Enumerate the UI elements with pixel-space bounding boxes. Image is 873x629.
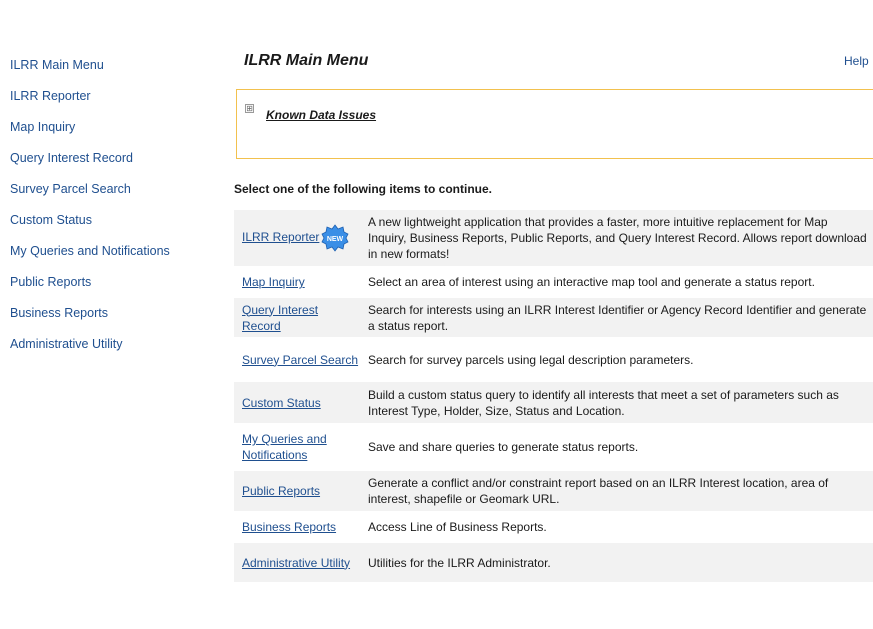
item-link-survey-parcel-search[interactable]: Survey Parcel Search (242, 353, 358, 367)
table-row: Business Reports Access Line of Business… (234, 514, 873, 543)
item-description: Access Line of Business Reports. (368, 514, 873, 543)
known-data-issues-link[interactable]: Known Data Issues (266, 108, 376, 122)
item-description: Select an area of interest using an inte… (368, 269, 873, 298)
item-link-my-queries[interactable]: My Queries and Notifications (242, 432, 327, 462)
table-row: Public Reports Generate a conflict and/o… (234, 471, 873, 514)
item-link-query-interest-record[interactable]: Query Interest Record (242, 303, 318, 333)
new-badge-icon: NEW (321, 224, 349, 252)
item-description: Utilities for the ILRR Administrator. (368, 543, 873, 585)
item-description: A new lightweight application that provi… (368, 210, 873, 269)
item-link-public-reports[interactable]: Public Reports (242, 484, 320, 498)
help-link[interactable]: Help (844, 54, 869, 68)
sidebar-item-administrative-utility[interactable]: Administrative Utility (10, 336, 210, 367)
table-row: Map Inquiry Select an area of interest u… (234, 269, 873, 298)
item-link-map-inquiry[interactable]: Map Inquiry (242, 275, 305, 289)
sidebar-item-query-interest-record[interactable]: Query Interest Record (10, 150, 210, 181)
page-title: ILRR Main Menu (244, 52, 369, 69)
menu-items-table: ILRR Reporter NEW A new lightweight appl… (234, 210, 873, 585)
sidebar-item-map-inquiry[interactable]: Map Inquiry (10, 119, 210, 150)
table-row: Survey Parcel Search Search for survey p… (234, 340, 873, 382)
sidebar-item-business-reports[interactable]: Business Reports (10, 305, 210, 336)
sidebar-item-ilrr-reporter[interactable]: ILRR Reporter (10, 88, 210, 119)
item-link-custom-status[interactable]: Custom Status (242, 396, 321, 410)
item-name-cell: ILRR Reporter NEW (234, 210, 368, 269)
table-row: Administrative Utility Utilities for the… (234, 543, 873, 585)
new-badge-text: NEW (327, 236, 344, 243)
table-row: ILRR Reporter NEW A new lightweight appl… (234, 210, 873, 269)
item-description: Generate a conflict and/or constraint re… (368, 471, 873, 514)
sidebar-item-custom-status[interactable]: Custom Status (10, 212, 210, 243)
sidebar-item-ilrr-main-menu[interactable]: ILRR Main Menu (10, 57, 210, 88)
expand-icon[interactable]: ⊞ (245, 104, 254, 113)
table-row: Custom Status Build a custom status quer… (234, 382, 873, 426)
known-issues-panel: ⊞ Known Data Issues (236, 89, 873, 159)
item-description: Build a custom status query to identify … (368, 382, 873, 426)
item-link-ilrr-reporter[interactable]: ILRR Reporter (242, 230, 319, 244)
sidebar-item-public-reports[interactable]: Public Reports (10, 274, 210, 305)
item-link-administrative-utility[interactable]: Administrative Utility (242, 556, 350, 570)
item-description: Search for survey parcels using legal de… (368, 340, 873, 382)
instruction-text: Select one of the following items to con… (234, 182, 493, 196)
table-row: My Queries and Notifications Save and sh… (234, 426, 873, 471)
table-row: Query Interest Record Search for interes… (234, 298, 873, 340)
sidebar-item-my-queries[interactable]: My Queries and Notifications (10, 243, 210, 274)
item-link-business-reports[interactable]: Business Reports (242, 520, 336, 534)
sidebar-nav: ILRR Main Menu ILRR Reporter Map Inquiry… (10, 57, 210, 367)
sidebar-item-survey-parcel-search[interactable]: Survey Parcel Search (10, 181, 210, 212)
item-description: Save and share queries to generate statu… (368, 426, 873, 471)
item-description: Search for interests using an ILRR Inter… (368, 298, 873, 340)
